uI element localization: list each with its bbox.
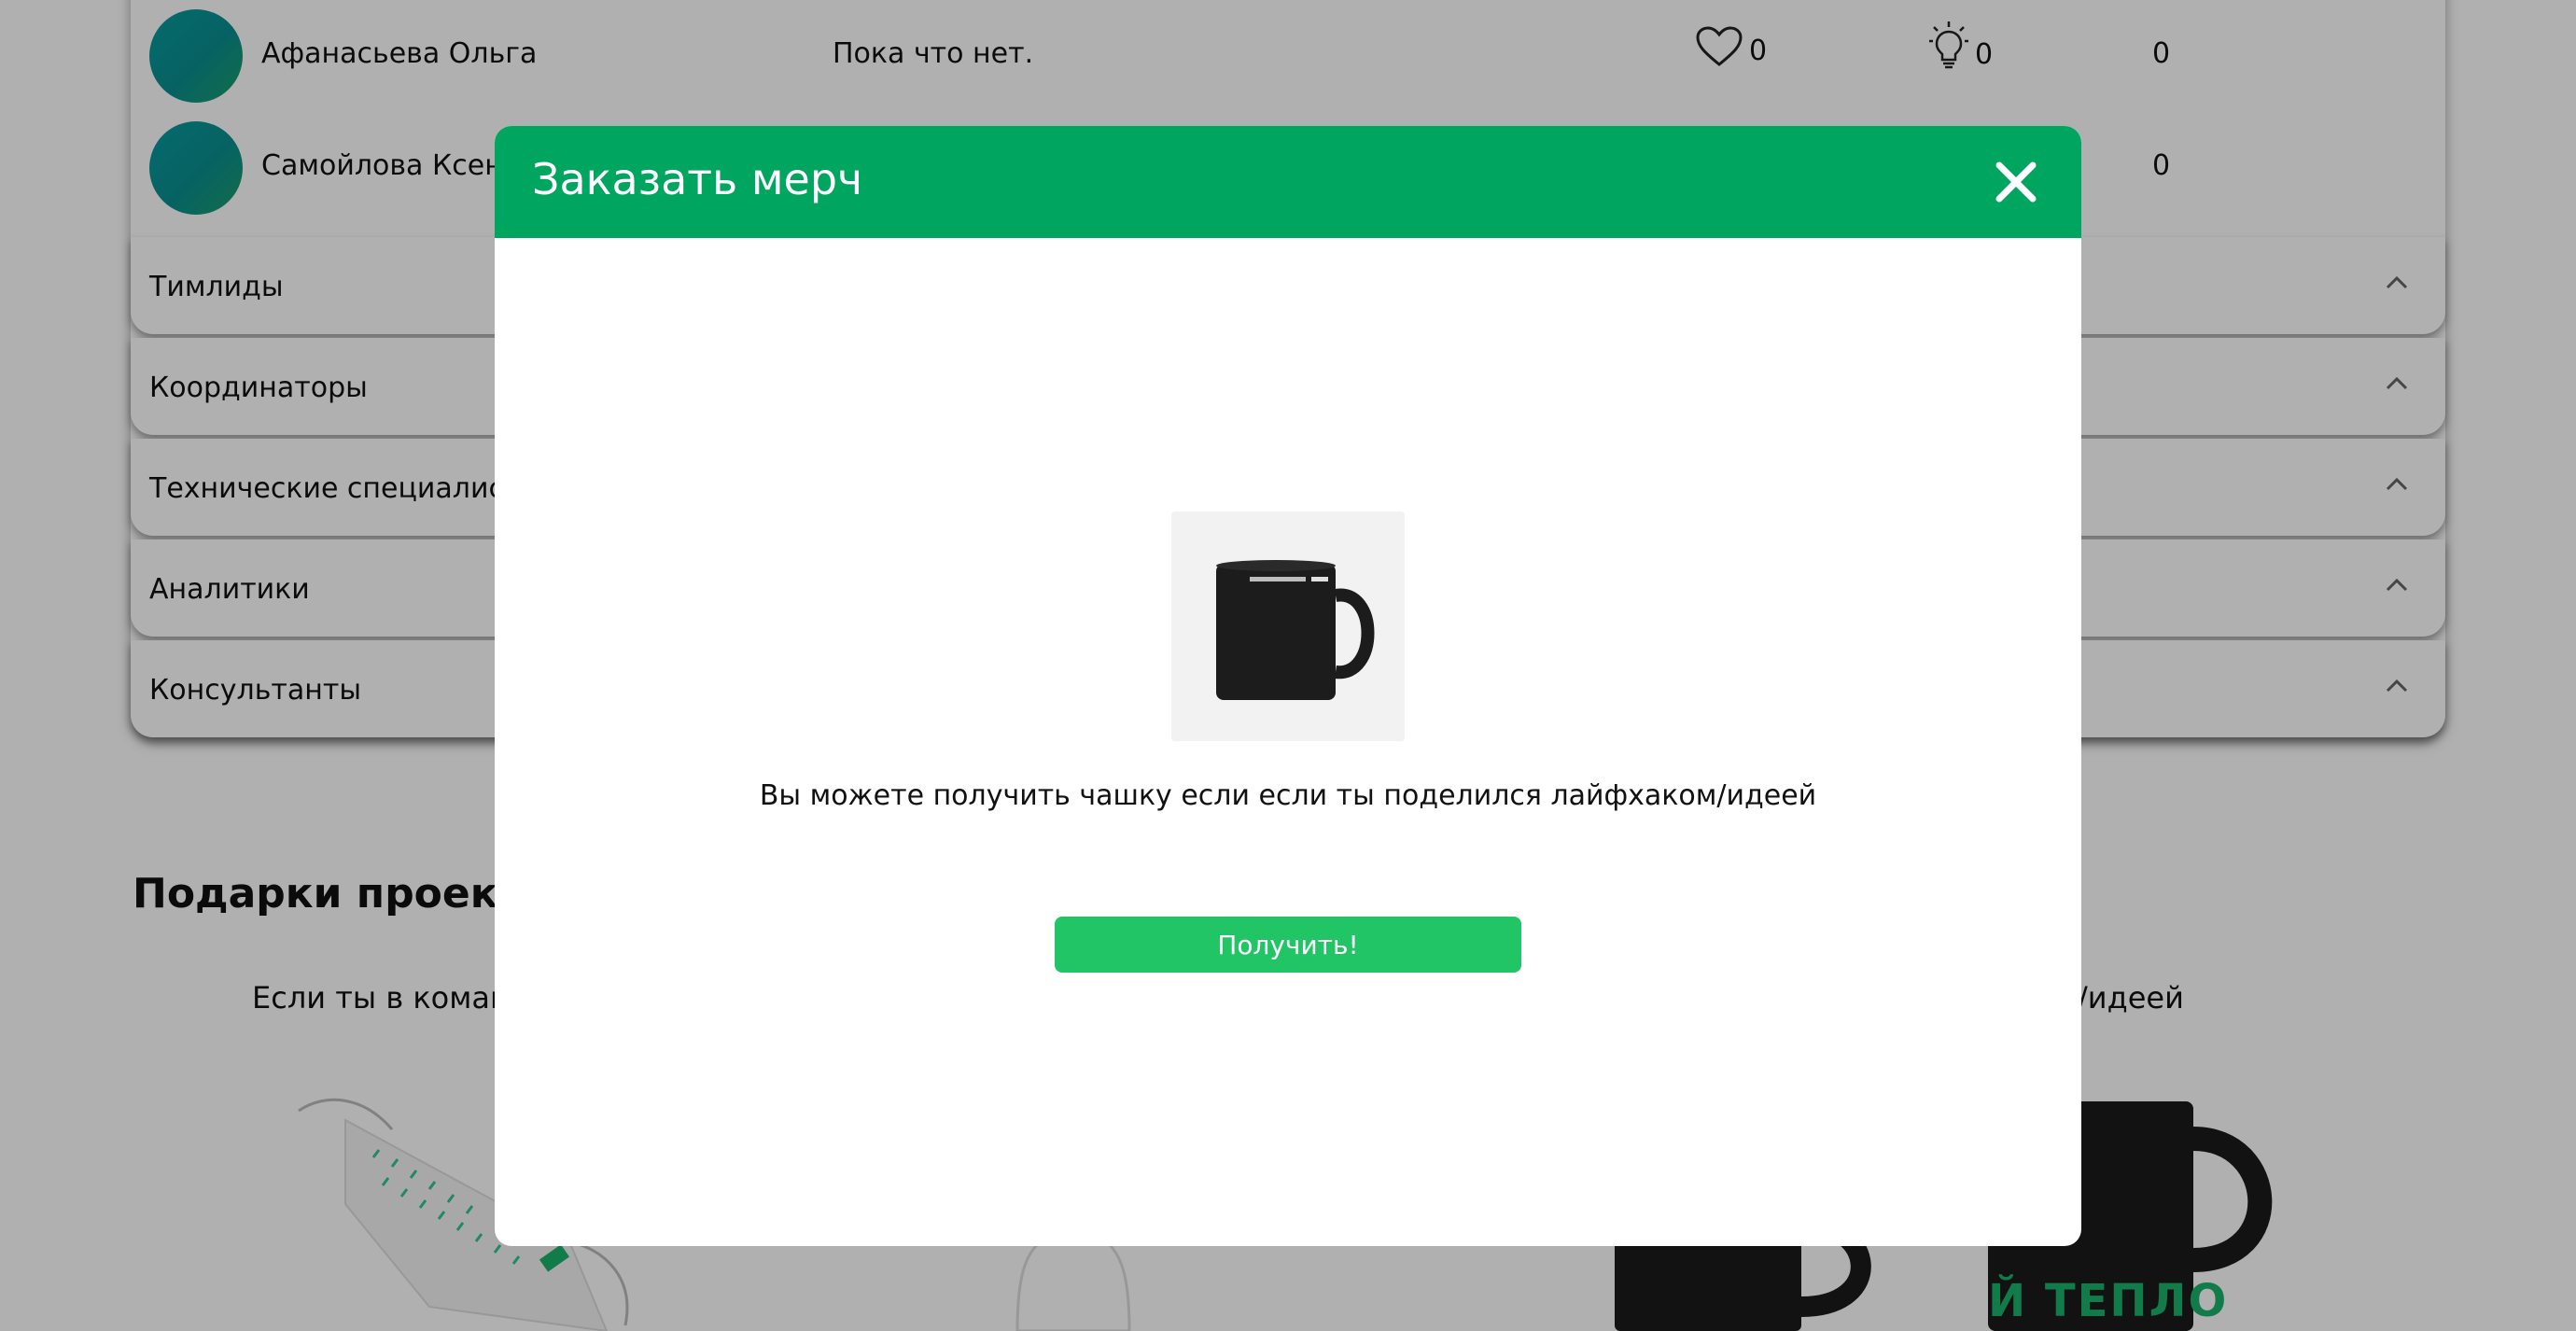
- get-button[interactable]: Получить!: [1055, 917, 1521, 973]
- product-description: Вы можете получить чашку если если ты по…: [759, 779, 1817, 812]
- modal-title: Заказать мерч: [532, 154, 863, 204]
- close-icon[interactable]: [1988, 154, 2044, 210]
- product-image: [1171, 511, 1405, 741]
- modal-header: Заказать мерч: [495, 126, 2081, 238]
- order-merch-modal: Заказать мерч Вы можете получить чашку е…: [495, 126, 2081, 1246]
- mug-image: [1216, 560, 1375, 700]
